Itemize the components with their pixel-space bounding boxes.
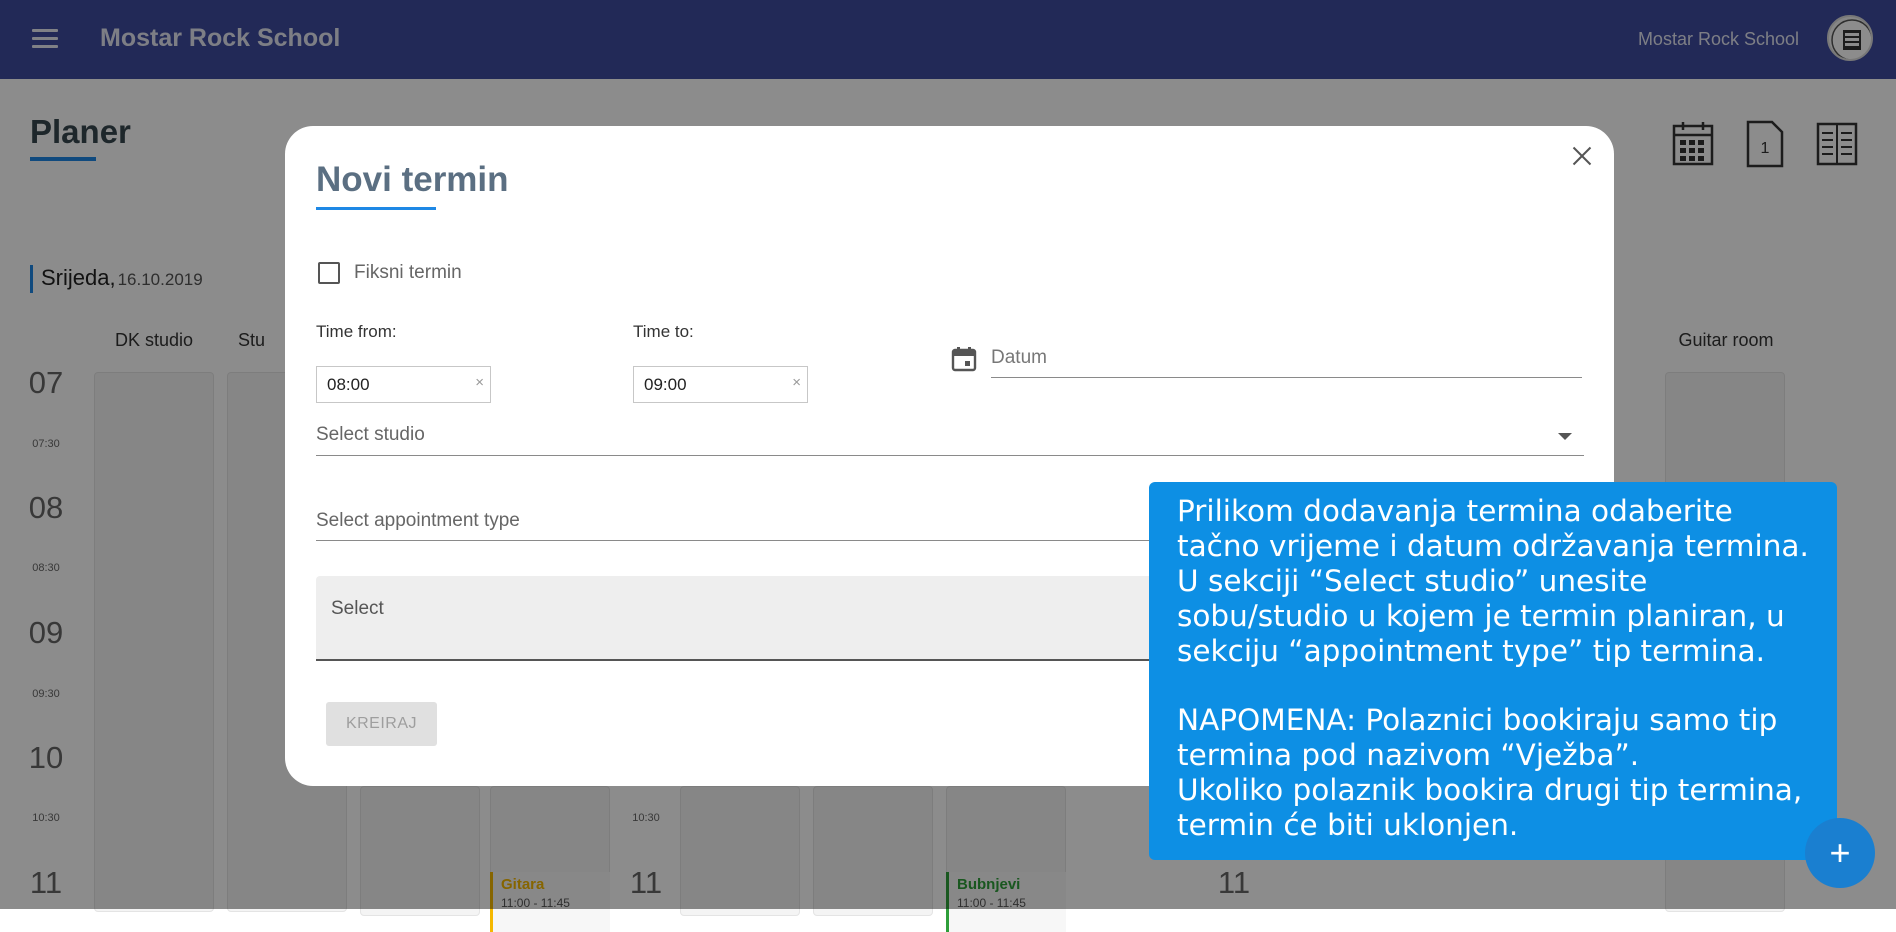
help-tooltip: Prilikom dodavanja termina odaberite tač… [1149,482,1837,860]
dialog-title-underline [316,207,436,210]
create-button[interactable]: KREIRAJ [326,702,437,746]
clear-icon[interactable]: × [475,374,484,391]
dialog-title: Novi termin [316,160,509,199]
time-from-label: Time from: [316,322,397,341]
time-from-input[interactable]: 08:00 × [316,366,491,403]
close-icon[interactable] [1568,142,1596,170]
caret-down-icon [1558,433,1572,440]
add-appointment-fab[interactable]: + [1805,818,1875,888]
time-to-input[interactable]: 09:00 × [633,366,808,403]
time-from-value: 08:00 [327,375,370,394]
fixed-appointment-checkbox-row[interactable]: Fiksni termin [318,262,462,284]
tooltip-paragraph: Ukoliko polaznik bookira drugi tip termi… [1177,773,1803,842]
tooltip-note: NAPOMENA: Polaznici bookiraju samo tip t… [1177,703,1778,772]
tooltip-paragraph: Prilikom dodavanja termina odaberite tač… [1177,494,1809,668]
date-placeholder: Datum [991,347,1047,368]
generic-select-placeholder: Select [331,598,384,619]
time-to-value: 09:00 [644,375,687,394]
fixed-appointment-label: Fiksni termin [354,262,462,283]
clear-icon[interactable]: × [792,374,801,391]
time-to-label: Time to: [633,322,694,341]
appointment-type-placeholder: Select appointment type [316,510,520,531]
studio-select[interactable]: Select studio [316,416,1584,456]
calendar-icon[interactable] [951,346,977,372]
fixed-appointment-checkbox[interactable] [318,262,340,284]
studio-select-placeholder: Select studio [316,424,425,445]
date-input[interactable]: Datum [991,342,1582,378]
